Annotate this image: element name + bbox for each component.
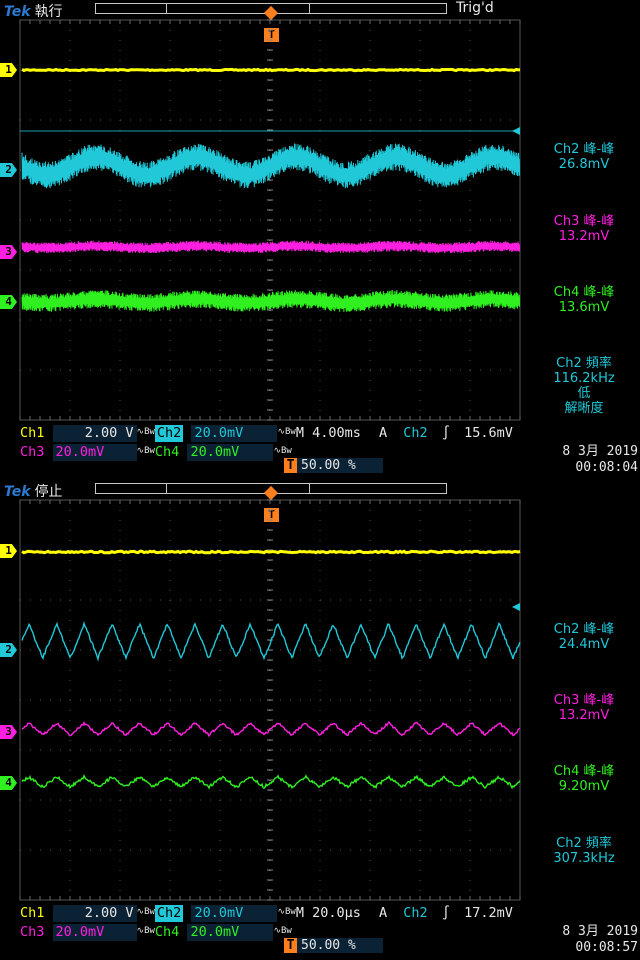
trigger-level[interactable]: 17.2mV (464, 905, 513, 922)
trigger-source[interactable]: Ch2 (403, 425, 427, 442)
trigger-slope-icon: ∫ (441, 904, 450, 921)
scope-panel-2: Tek 停止 T 1 2 3 4 Ch2 峰-峰 24.4mV Ch3 峰-峰 13.… (0, 480, 640, 960)
measurement-ch2-freq: Ch2 頻率 116.2kHz 低解晰度 (553, 356, 615, 416)
acquire-mode: A (379, 904, 388, 921)
ch3-scale[interactable]: 20.0mV (52, 923, 137, 941)
trigger-source[interactable]: Ch2 (403, 905, 427, 922)
ch3-label[interactable]: Ch3 (20, 444, 44, 461)
acquire-mode: A (379, 424, 388, 441)
datetime: 8 3月 2019 00:08:57 (562, 924, 638, 955)
ch4-label[interactable]: Ch4 (155, 444, 179, 461)
bandwidth-icon: ∿Bw (136, 446, 155, 456)
trigger-position[interactable]: T 50.00 % (284, 458, 383, 473)
measurement-ch3-pk2pk: Ch3 峰-峰 13.2mV (553, 214, 615, 244)
measurement-ch2-pk2pk: Ch2 峰-峰 26.8mV (553, 142, 615, 172)
graticule (19, 19, 521, 421)
ch3-scale[interactable]: 20.0mV (52, 443, 137, 461)
scope-panel-1: Tek 執行 Trig'd T 1 2 3 4 Ch2 峰-峰 26.8mV Ch3… (0, 0, 640, 480)
bandwidth-icon: ∿Bw (277, 907, 296, 917)
ch2-scale[interactable]: 20.0mV (191, 904, 278, 922)
ch1-scale[interactable]: 2.00 V (52, 424, 137, 442)
bandwidth-icon: ∿Bw (136, 907, 155, 917)
ch1-trace (21, 549, 521, 555)
measurement-ch4-pk2pk: Ch4 峰-峰 13.6mV (553, 285, 615, 315)
ch3-trace (21, 240, 521, 254)
trigger-slope-icon: ∫ (441, 424, 450, 441)
measurement-ch2-pk2pk: Ch2 峰-峰 24.4mV (553, 622, 615, 652)
ch4-trace (21, 289, 521, 313)
ch4-trace (21, 773, 521, 790)
trigger-level-line (512, 603, 520, 611)
ch4-scale[interactable]: 20.0mV (187, 923, 274, 941)
trigger-icon: T (284, 938, 297, 953)
ch2-label[interactable]: Ch2 (154, 424, 184, 442)
ch4-scale[interactable]: 20.0mV (187, 443, 274, 461)
trigger-position[interactable]: T 50.00 % (284, 938, 383, 953)
ch3-label[interactable]: Ch3 (20, 924, 44, 941)
bandwidth-icon: ∿Bw (273, 926, 292, 936)
ch3-trace (21, 720, 521, 738)
timebase[interactable]: M 20.0µs (296, 905, 361, 922)
measurement-ch3-pk2pk: Ch3 峰-峰 13.2mV (553, 693, 615, 723)
datetime: 8 3月 2019 00:08:04 (562, 444, 638, 475)
ch1-trace (21, 67, 521, 73)
bandwidth-icon: ∿Bw (273, 446, 292, 456)
measurement-ch2-freq: Ch2 頻率 307.3kHz (553, 836, 615, 866)
bandwidth-icon: ∿Bw (136, 427, 155, 437)
bandwidth-icon: ∿Bw (136, 926, 155, 936)
ch1-label[interactable]: Ch1 (20, 905, 44, 922)
graticule (19, 499, 521, 901)
trigger-level-line (20, 127, 520, 135)
trigger-icon: T (284, 458, 297, 473)
bandwidth-icon: ∿Bw (277, 427, 296, 437)
ch1-scale[interactable]: 2.00 V (52, 904, 137, 922)
ch2-scale[interactable]: 20.0mV (191, 424, 278, 442)
trigger-level[interactable]: 15.6mV (464, 425, 513, 442)
measurement-ch4-pk2pk: Ch4 峰-峰 9.20mV (553, 764, 615, 794)
timebase[interactable]: M 4.00ms (296, 425, 361, 442)
ch2-label[interactable]: Ch2 (154, 904, 184, 922)
ch2-trace (21, 620, 521, 662)
ch1-label[interactable]: Ch1 (20, 425, 44, 442)
ch4-label[interactable]: Ch4 (155, 924, 179, 941)
